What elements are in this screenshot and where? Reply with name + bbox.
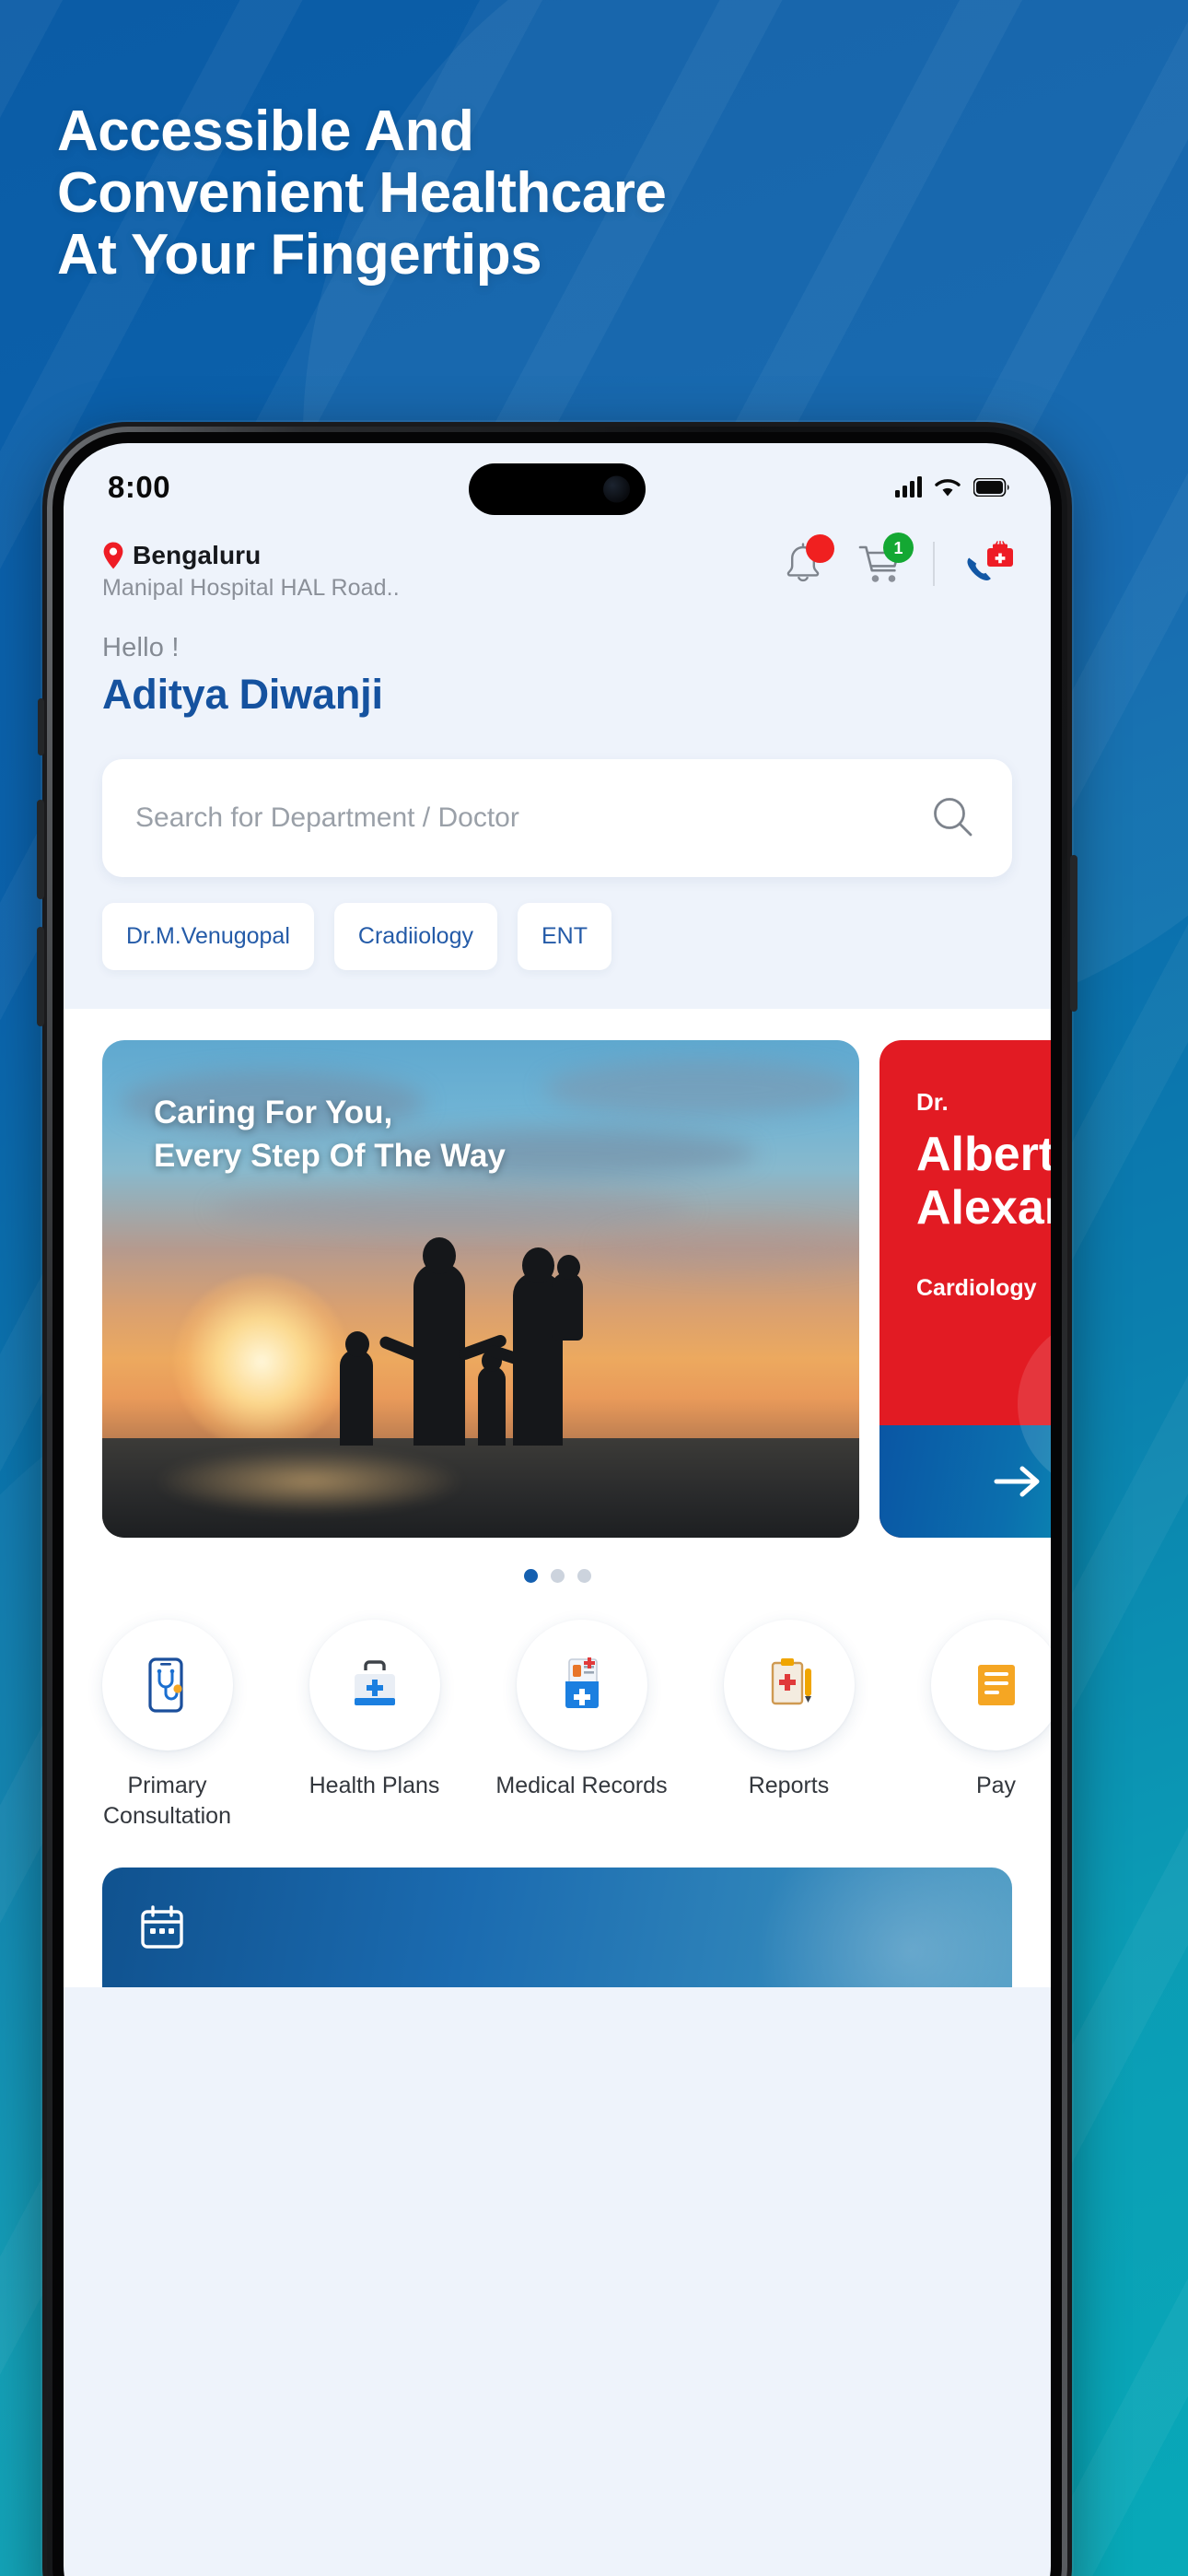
quick-action-health-plans[interactable]: Health Plans — [271, 1620, 478, 1832]
sun-reflection — [157, 1449, 461, 1514]
sun-shape — [174, 1274, 349, 1449]
banner-title: Caring For You, Every Step Of The Way — [154, 1092, 506, 1178]
status-indicators — [895, 476, 1010, 498]
quick-action-label: Reports — [748, 1773, 830, 1798]
quick-action-icon-circle — [516, 1620, 647, 1751]
header-icon-group: 1 — [778, 533, 1013, 589]
headline-line-2: Convenient Healthcare — [57, 160, 667, 225]
phone-mockup: 8:00 Bengaluru Manipal Hospital HAL Road… — [37, 422, 1077, 2576]
location-hospital-label: Manipal Hospital HAL Road.. — [102, 575, 400, 601]
cloud-shape — [544, 1060, 857, 1118]
location-block[interactable]: Bengaluru Manipal Hospital HAL Road.. — [102, 537, 400, 602]
location-pin-icon — [103, 542, 123, 569]
clipboard-report-icon — [771, 1658, 811, 1705]
quick-action-label: Health Plans — [309, 1773, 440, 1798]
emergency-call-icon[interactable] — [962, 539, 1013, 589]
phone-silent-switch[interactable] — [38, 698, 44, 755]
doctor-card-body: Dr. Albert Alexander Cardiology — [879, 1040, 1051, 1302]
silhouette-baby-head — [557, 1255, 580, 1280]
cloud-shape — [213, 1188, 692, 1230]
headline-line-1: Accessible And — [57, 100, 474, 163]
medical-bag-icon — [354, 1660, 395, 1705]
carousel-dot-2[interactable] — [550, 1569, 565, 1583]
banner-title-line-2: Every Step Of The Way — [154, 1137, 506, 1174]
hero-headline: Accessible And Convenient Healthcare At … — [57, 100, 1125, 287]
phone-stethoscope-icon — [147, 1657, 183, 1713]
quick-action-label: Primary Consultation — [103, 1773, 231, 1830]
quick-action-label: Pay — [975, 1773, 1017, 1798]
cart-badge: 1 — [883, 533, 914, 563]
greeting-block: Hello ! Aditya Diwanji — [64, 602, 1051, 719]
search-suggestion-chips: Dr.M.Venugopal Cradiiology ENT — [64, 877, 1051, 970]
phone-volume-down-button[interactable] — [37, 927, 44, 1026]
silhouette-mother-head — [522, 1247, 554, 1283]
silhouette-father-head — [423, 1237, 456, 1274]
wifi-icon — [935, 478, 961, 496]
arrow-right-icon — [994, 1466, 1040, 1497]
doctor-name-line-2: Alexander — [916, 1181, 1051, 1235]
app-header: Bengaluru Manipal Hospital HAL Road.. 1 — [64, 522, 1051, 602]
status-time: 8:00 — [108, 470, 171, 504]
search-box[interactable] — [102, 759, 1012, 877]
cloud-shape — [600, 1224, 859, 1270]
location-city-row[interactable]: Bengaluru — [102, 541, 400, 570]
cellular-signal-icon — [895, 476, 922, 498]
silhouette-child-head — [345, 1331, 369, 1357]
status-bar: 8:00 — [64, 443, 1051, 522]
phone-volume-up-button[interactable] — [37, 800, 44, 899]
quick-action-pay[interactable]: Pay — [892, 1620, 1051, 1832]
shopping-cart-icon[interactable]: 1 — [856, 533, 914, 589]
location-city-label: Bengaluru — [133, 541, 262, 569]
appointment-banner-card[interactable] — [102, 1867, 1012, 1987]
carousel-dot-3[interactable] — [577, 1569, 591, 1583]
quick-action-icon-circle — [723, 1620, 855, 1751]
banner-title-line-1: Caring For You, — [154, 1095, 393, 1130]
headline-line-3: At Your Fingertips — [57, 222, 542, 287]
carousel-dot-1[interactable] — [523, 1569, 538, 1583]
carousel-pagination-dots[interactable] — [64, 1538, 1051, 1583]
phone-power-button[interactable] — [1070, 855, 1077, 1012]
doctor-specialty: Cardiology — [916, 1275, 1037, 1302]
search-icon[interactable] — [927, 792, 979, 844]
quick-action-reports[interactable]: Reports — [685, 1620, 892, 1832]
banner-card-caring[interactable]: Caring For You, Every Step Of The Way — [102, 1040, 859, 1538]
search-section — [64, 719, 1051, 877]
quick-action-icon-circle — [309, 1620, 440, 1751]
quick-action-label: Medical Records — [495, 1773, 668, 1798]
battery-icon — [973, 478, 1009, 497]
carousel-section: Caring For You, Every Step Of The Way Dr… — [64, 1009, 1051, 1583]
header-divider — [933, 542, 935, 586]
chip-cardiology[interactable]: Cradiiology — [333, 903, 497, 970]
greeting-user-name: Aditya Diwanji — [102, 671, 383, 718]
greeting-hello: Hello ! — [102, 633, 180, 662]
chip-doctor[interactable]: Dr.M.Venugopal — [102, 903, 314, 970]
calendar-icon — [141, 1904, 183, 1949]
silhouette-toddler — [478, 1366, 506, 1446]
quick-action-icon-circle — [930, 1620, 1051, 1751]
doctor-prefix: Dr. — [916, 1088, 949, 1116]
quick-action-primary-consultation[interactable]: Primary Consultation — [64, 1620, 271, 1832]
search-input[interactable] — [135, 802, 927, 834]
medical-records-icon — [565, 1657, 599, 1708]
silhouette-child — [340, 1350, 373, 1446]
payment-icon — [977, 1665, 1015, 1705]
quick-actions-row[interactable]: Primary Consultation Health Plans Medica… — [64, 1583, 1051, 1832]
doctor-card-cta-button[interactable] — [879, 1425, 1051, 1538]
silhouette-father — [413, 1263, 465, 1446]
banner-carousel[interactable]: Caring For You, Every Step Of The Way Dr… — [64, 1040, 1051, 1538]
banner-card-doctor[interactable]: Dr. Albert Alexander Cardiology — [879, 1040, 1051, 1538]
card-glow — [754, 1867, 1012, 1987]
notification-badge — [806, 534, 834, 563]
phone-screen: 8:00 Bengaluru Manipal Hospital HAL Road… — [64, 443, 1051, 2576]
front-camera-icon — [603, 475, 630, 503]
chip-ent[interactable]: ENT — [517, 903, 611, 970]
silhouette-baby — [552, 1272, 583, 1341]
notification-bell-icon[interactable] — [778, 534, 834, 589]
quick-action-medical-records[interactable]: Medical Records — [478, 1620, 685, 1832]
dynamic-island — [469, 463, 646, 515]
quick-action-icon-circle — [101, 1620, 233, 1751]
bottom-card-section — [64, 1832, 1051, 1987]
doctor-name-line-1: Albert — [916, 1128, 1051, 1181]
